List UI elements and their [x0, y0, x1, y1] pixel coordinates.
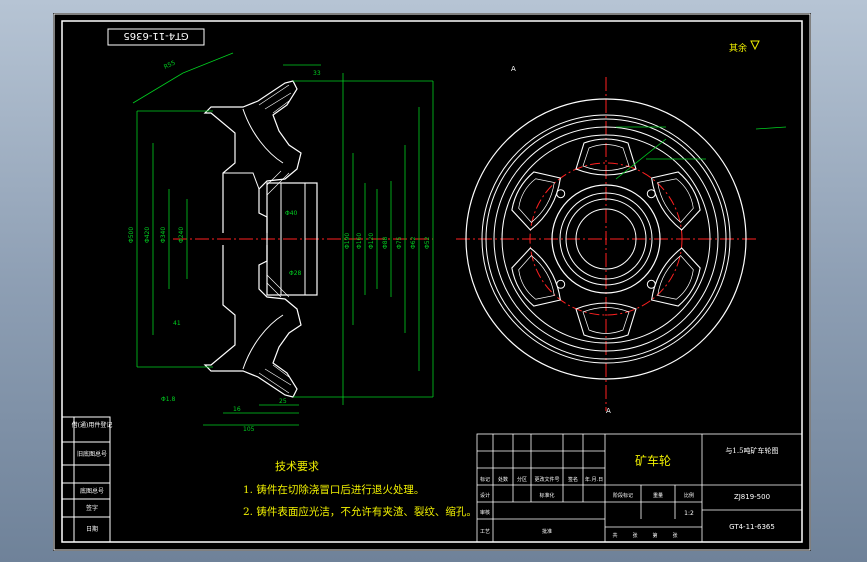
- rev-h1: 处数: [498, 476, 508, 483]
- dim-9: Φ62: [410, 236, 417, 249]
- wheel-profile-lower: [203, 245, 302, 398]
- strip-label-1: 旧底图总号: [77, 450, 107, 458]
- dim-13: 105: [243, 426, 255, 433]
- spoke-window: [651, 247, 701, 307]
- drawing-number: GT4-11-6365: [729, 523, 775, 531]
- strip-label-2: 底图总号: [80, 487, 104, 495]
- sig-misc-0: 标准化: [539, 492, 554, 499]
- bolt-hole: [556, 189, 566, 199]
- bolt-hole: [646, 189, 656, 199]
- tech-item-1: 2. 铸件表面应光洁，不允许有夹渣、裂纹、缩孔。: [243, 505, 477, 518]
- strip-label-4: 日期: [86, 525, 98, 533]
- bolt-hole: [646, 279, 656, 289]
- rev-h2: 分区: [517, 476, 527, 483]
- dim-18: Φ1.8: [161, 396, 175, 403]
- rev-h3: 更改文件号: [534, 476, 559, 483]
- sig-misc-1: 批准: [542, 528, 552, 535]
- dim-3: Φ240: [178, 227, 185, 243]
- product-name: 矿车轮: [635, 453, 671, 468]
- dim-2: Φ340: [160, 227, 167, 243]
- strip-label-3: 签字: [86, 504, 98, 512]
- drawing-title: 与1.5吨矿车轮图: [725, 446, 778, 455]
- tech-requirements: 技术要求 1. 铸件在切除浇冒口后进行退火处理。 2. 铸件表面应光洁，不允许有…: [243, 460, 477, 518]
- dim-4: Φ190: [344, 233, 351, 249]
- sig-2: 工艺: [480, 529, 490, 535]
- code-upper: ZJ819-500: [734, 493, 770, 501]
- rev-h0: 标记: [480, 476, 490, 483]
- dim-16: 33: [313, 70, 321, 77]
- cut-a-right: A: [606, 407, 611, 415]
- sig-1: 审核: [480, 509, 490, 516]
- sheet-2: 第: [652, 532, 657, 539]
- bolt-hole: [556, 279, 566, 289]
- dim-8: Φ75: [396, 236, 403, 249]
- dim-12: Φ28: [289, 270, 302, 277]
- sig-0: 设计: [480, 492, 490, 499]
- stage-2: 比例: [684, 492, 694, 499]
- dim-10: Φ52: [424, 236, 431, 249]
- cut-a-left: A: [511, 65, 516, 73]
- dim-1: Φ420: [144, 227, 151, 243]
- top-stamp: GT4-11-6365: [107, 28, 205, 46]
- dim-15: 25: [279, 398, 287, 405]
- rev-h4: 签名: [568, 476, 578, 483]
- cad-drawing: GT4-11-6365 借(通)用件登记 旧底图总号 底图总号 签字 日期 其余: [53, 13, 811, 551]
- dim-14: 16: [233, 406, 241, 413]
- section-view: Φ500 Φ420 Φ340 Φ240 Φ190 Φ160 Φ120 Φ88 Φ…: [128, 52, 434, 433]
- top-stamp-text: GT4-11-6365: [123, 30, 188, 41]
- inner-frame: [61, 20, 803, 543]
- sheet-0: 共: [612, 532, 617, 539]
- tech-item-0: 1. 铸件在切除浇冒口后进行退火处理。: [243, 483, 424, 496]
- spoke-window: [511, 247, 561, 307]
- spoke-window: [651, 171, 701, 231]
- roughness-text: 其余: [729, 42, 747, 54]
- dim-17: 41: [173, 320, 181, 327]
- left-strip: 借(通)用件登记 旧底图总号 底图总号 签字 日期: [61, 416, 113, 543]
- dim-5: Φ160: [356, 233, 363, 249]
- r-label: R55: [163, 59, 177, 70]
- dim-0: Φ500: [128, 227, 135, 243]
- drawing-viewport[interactable]: GT4-11-6365 借(通)用件登记 旧底图总号 底图总号 签字 日期 其余: [53, 13, 811, 551]
- sheet-3: 张: [672, 532, 677, 539]
- tech-title: 技术要求: [275, 460, 319, 473]
- rev-h5: 年.月.日: [585, 476, 603, 483]
- strip-label-0: 借(通)用件登记: [72, 421, 113, 429]
- sheet-1: 张: [632, 532, 637, 539]
- dim-6: Φ120: [368, 233, 375, 249]
- dim-7: Φ88: [382, 236, 389, 249]
- scale-value: 1:2: [684, 510, 694, 517]
- front-view: [456, 77, 787, 411]
- title-block-text: 矿车轮 与1.5吨矿车轮图 ZJ819-500 GT4-11-6365 1:2 …: [480, 446, 779, 539]
- spoke-window: [511, 171, 561, 231]
- stage-1: 重量: [653, 492, 663, 499]
- roughness-note: 其余: [729, 40, 760, 54]
- stage-0: 阶段标记: [613, 492, 633, 499]
- dim-11: Φ40: [285, 210, 298, 217]
